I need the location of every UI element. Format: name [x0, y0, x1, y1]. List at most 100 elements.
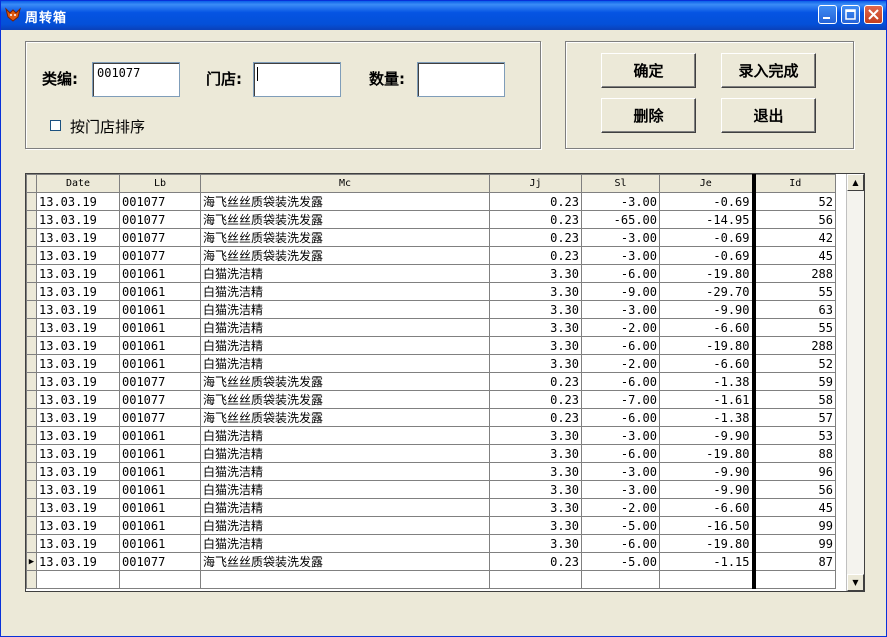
cell-lb[interactable]: 001061	[119, 264, 201, 283]
cell-date[interactable]: 13.03.19	[36, 444, 120, 463]
empty-cell[interactable]	[200, 570, 490, 589]
cell-jj[interactable]: 0.23	[489, 246, 582, 265]
cell-je[interactable]: -19.80	[659, 264, 756, 283]
cell-lb[interactable]: 001061	[119, 498, 201, 517]
cell-date[interactable]: 13.03.19	[36, 228, 120, 247]
cell-lb[interactable]: 001077	[119, 408, 201, 427]
cell-sl[interactable]: -65.00	[581, 210, 660, 229]
cell-sl[interactable]: -5.00	[581, 516, 660, 535]
cell-date[interactable]: 13.03.19	[36, 480, 120, 499]
table-row[interactable]: 13.03.19 001077 海飞丝丝质袋装洗发露 0.23 -3.00 -0.69 52	[26, 192, 836, 211]
table-row[interactable]: 13.03.19 001061 白猫洗洁精 3.30 -3.00 -9.90 56	[26, 480, 836, 499]
column-header-jj[interactable]: Jj	[489, 174, 582, 193]
cell-jj[interactable]: 3.30	[489, 534, 582, 553]
cell-sl[interactable]: -6.00	[581, 534, 660, 553]
cell-lb[interactable]: 001061	[119, 534, 201, 553]
cell-mc[interactable]: 海飞丝丝质袋装洗发露	[200, 408, 490, 427]
table-row[interactable]: 13.03.19 001061 白猫洗洁精 3.30 -9.00 -29.70 55	[26, 282, 836, 301]
cell-id[interactable]: 56	[753, 210, 836, 229]
cell-jj[interactable]: 3.30	[489, 282, 582, 301]
row-indicator[interactable]	[26, 390, 37, 409]
cell-lb[interactable]: 001077	[119, 210, 201, 229]
row-indicator[interactable]	[26, 264, 37, 283]
table-row[interactable]: 13.03.19 001061 白猫洗洁精 3.30 -3.00 -9.90 96	[26, 462, 836, 481]
cell-mc[interactable]: 白猫洗洁精	[200, 516, 490, 535]
cell-je[interactable]: -9.90	[659, 300, 756, 319]
empty-cell[interactable]	[659, 570, 756, 589]
cell-mc[interactable]: 白猫洗洁精	[200, 426, 490, 445]
close-button[interactable]	[864, 5, 883, 24]
cell-mc[interactable]: 海飞丝丝质袋装洗发露	[200, 372, 490, 391]
cell-lb[interactable]: 001077	[119, 192, 201, 211]
cell-lb[interactable]: 001077	[119, 228, 201, 247]
cell-lb[interactable]: 001061	[119, 462, 201, 481]
cell-lb[interactable]: 001077	[119, 246, 201, 265]
cell-jj[interactable]: 0.23	[489, 372, 582, 391]
cell-mc[interactable]: 白猫洗洁精	[200, 444, 490, 463]
empty-row[interactable]	[26, 570, 836, 589]
table-row[interactable]: 13.03.19 001061 白猫洗洁精 3.30 -2.00 -6.60 45	[26, 498, 836, 517]
cell-id[interactable]: 88	[753, 444, 836, 463]
cell-id[interactable]: 55	[753, 282, 836, 301]
cell-jj[interactable]: 3.30	[489, 300, 582, 319]
cell-sl[interactable]: -6.00	[581, 444, 660, 463]
sort-by-store-label[interactable]: 按门店排序	[70, 116, 145, 137]
cell-date[interactable]: 13.03.19	[36, 192, 120, 211]
cell-lb[interactable]: 001061	[119, 336, 201, 355]
table-row[interactable]: 13.03.19 001061 白猫洗洁精 3.30 -2.00 -6.60 52	[26, 354, 836, 373]
row-indicator[interactable]	[26, 300, 37, 319]
cell-je[interactable]: -19.80	[659, 444, 756, 463]
cell-mc[interactable]: 白猫洗洁精	[200, 480, 490, 499]
empty-cell[interactable]	[753, 570, 836, 589]
row-indicator[interactable]	[26, 192, 37, 211]
table-row[interactable]: ▶ 13.03.19 001077 海飞丝丝质袋装洗发露 0.23 -5.00 -1.15 8…	[26, 552, 836, 571]
cell-sl[interactable]: -2.00	[581, 354, 660, 373]
cell-je[interactable]: -0.69	[659, 228, 756, 247]
cell-sl[interactable]: -3.00	[581, 480, 660, 499]
cell-je[interactable]: -6.60	[659, 318, 756, 337]
table-row[interactable]: 13.03.19 001061 白猫洗洁精 3.30 -6.00 -19.80 99	[26, 534, 836, 553]
cell-date[interactable]: 13.03.19	[36, 264, 120, 283]
row-indicator[interactable]	[26, 336, 37, 355]
cell-date[interactable]: 13.03.19	[36, 534, 120, 553]
cell-mc[interactable]: 海飞丝丝质袋装洗发露	[200, 246, 490, 265]
empty-cell[interactable]	[36, 570, 120, 589]
cell-id[interactable]: 63	[753, 300, 836, 319]
cell-date[interactable]: 13.03.19	[36, 390, 120, 409]
cell-date[interactable]: 13.03.19	[36, 498, 120, 517]
cell-sl[interactable]: -2.00	[581, 318, 660, 337]
records-grid[interactable]: Date Lb Mc Jj Sl Je Id 13.03.19 001077 海飞丝…	[25, 173, 865, 592]
cell-lb[interactable]: 001061	[119, 480, 201, 499]
cell-lb[interactable]: 001061	[119, 426, 201, 445]
cell-mc[interactable]: 海飞丝丝质袋装洗发露	[200, 192, 490, 211]
cell-sl[interactable]: -6.00	[581, 372, 660, 391]
cell-jj[interactable]: 0.23	[489, 210, 582, 229]
cell-id[interactable]: 57	[753, 408, 836, 427]
cell-mc[interactable]: 白猫洗洁精	[200, 534, 490, 553]
vertical-scrollbar[interactable]: ▲ ▼	[846, 174, 864, 591]
cell-lb[interactable]: 001061	[119, 516, 201, 535]
row-indicator[interactable]	[26, 282, 37, 301]
cell-date[interactable]: 13.03.19	[36, 336, 120, 355]
row-indicator[interactable]	[26, 444, 37, 463]
column-header-je[interactable]: Je	[659, 174, 756, 193]
cell-lb[interactable]: 001061	[119, 282, 201, 301]
table-row[interactable]: 13.03.19 001061 白猫洗洁精 3.30 -5.00 -16.50 99	[26, 516, 836, 535]
cell-jj[interactable]: 0.23	[489, 192, 582, 211]
cell-lb[interactable]: 001061	[119, 354, 201, 373]
cell-sl[interactable]: -6.00	[581, 264, 660, 283]
cell-sl[interactable]: -5.00	[581, 552, 660, 571]
cell-date[interactable]: 13.03.19	[36, 372, 120, 391]
table-row[interactable]: 13.03.19 001061 白猫洗洁精 3.30 -3.00 -9.90 53	[26, 426, 836, 445]
cell-lb[interactable]: 001061	[119, 300, 201, 319]
row-indicator[interactable]	[26, 480, 37, 499]
row-indicator[interactable]	[26, 516, 37, 535]
row-indicator[interactable]	[26, 372, 37, 391]
exit-button[interactable]: 退出	[721, 98, 816, 133]
scroll-down-button[interactable]: ▼	[847, 574, 864, 591]
cell-je[interactable]: -19.80	[659, 336, 756, 355]
table-row[interactable]: 13.03.19 001077 海飞丝丝质袋装洗发露 0.23 -7.00 -1.61 58	[26, 390, 836, 409]
row-indicator[interactable]	[26, 354, 37, 373]
title-bar[interactable]: 周转箱	[1, 1, 886, 30]
cell-je[interactable]: -6.60	[659, 354, 756, 373]
